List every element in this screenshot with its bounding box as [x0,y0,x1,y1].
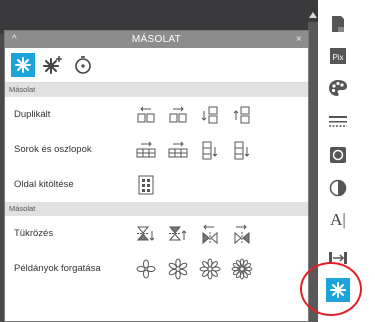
section-header: Másolat [5,83,308,97]
rotate-4-icon[interactable] [135,258,157,280]
panel-title-bar: ^ MÁSOLAT × [5,31,308,48]
panel-toolbar [5,48,308,83]
text-icon[interactable]: A| [328,210,348,230]
lines-icon[interactable] [328,112,348,132]
page-icon[interactable] [328,14,348,34]
rotate-target-icon[interactable] [71,53,95,77]
fill-page-icon[interactable] [135,174,157,196]
row-label: Duplikált [14,109,51,120]
annotation-circle [300,262,362,316]
stage: ^ MÁSOLAT × Másolat Duplikált Sorok és o… [0,0,375,322]
duplicate-left-icon[interactable] [135,104,157,126]
svg-text:Pix: Pix [332,53,343,62]
sparkle-plus-icon[interactable] [41,53,65,77]
row-label: Sorok és oszlopok [14,144,92,155]
replicate-panel: ^ MÁSOLAT × Másolat Duplikált Sorok és o… [4,30,309,322]
section-header: Másolat [5,202,308,216]
canvas-top [0,0,318,34]
list-item: Példányok forgatása [5,251,308,286]
list-item: Oldal kitöltése [5,167,308,202]
close-icon[interactable]: × [296,31,302,48]
panel-title: MÁSOLAT [131,34,182,45]
mirror-down-icon[interactable] [135,223,157,245]
palette-icon[interactable] [328,78,348,98]
columns-down-icon[interactable] [199,139,221,161]
rotate-12-icon[interactable] [231,258,253,280]
chevron-up-icon[interactable]: ^ [12,31,17,48]
row-label: Oldal kitöltése [14,179,74,190]
mirror-up-icon[interactable] [167,223,189,245]
contrast-icon[interactable] [328,178,348,198]
list-item: Duplikált [5,97,308,132]
row-label: Példányok forgatása [14,263,101,274]
rotate-6-icon[interactable] [167,258,189,280]
image-effect-icon[interactable] [328,145,348,165]
list-item: Sorok és oszlopok [5,132,308,167]
rotate-8-icon[interactable] [199,258,221,280]
rows-left-icon[interactable] [135,139,157,161]
list-item: Tükrözés [5,216,308,251]
pix-icon[interactable]: Pix [328,46,348,66]
mirror-right-icon[interactable] [231,223,253,245]
rows-right-icon[interactable] [167,139,189,161]
mirror-left-icon[interactable] [199,223,221,245]
duplicate-up-icon[interactable] [231,104,253,126]
duplicate-right-icon[interactable] [167,104,189,126]
columns-up-icon[interactable] [231,139,253,161]
row-label: Tükrözés [14,228,54,239]
scroll-up-icon[interactable] [309,12,317,18]
duplicate-down-icon[interactable] [199,104,221,126]
sparkle-icon[interactable] [11,53,35,77]
